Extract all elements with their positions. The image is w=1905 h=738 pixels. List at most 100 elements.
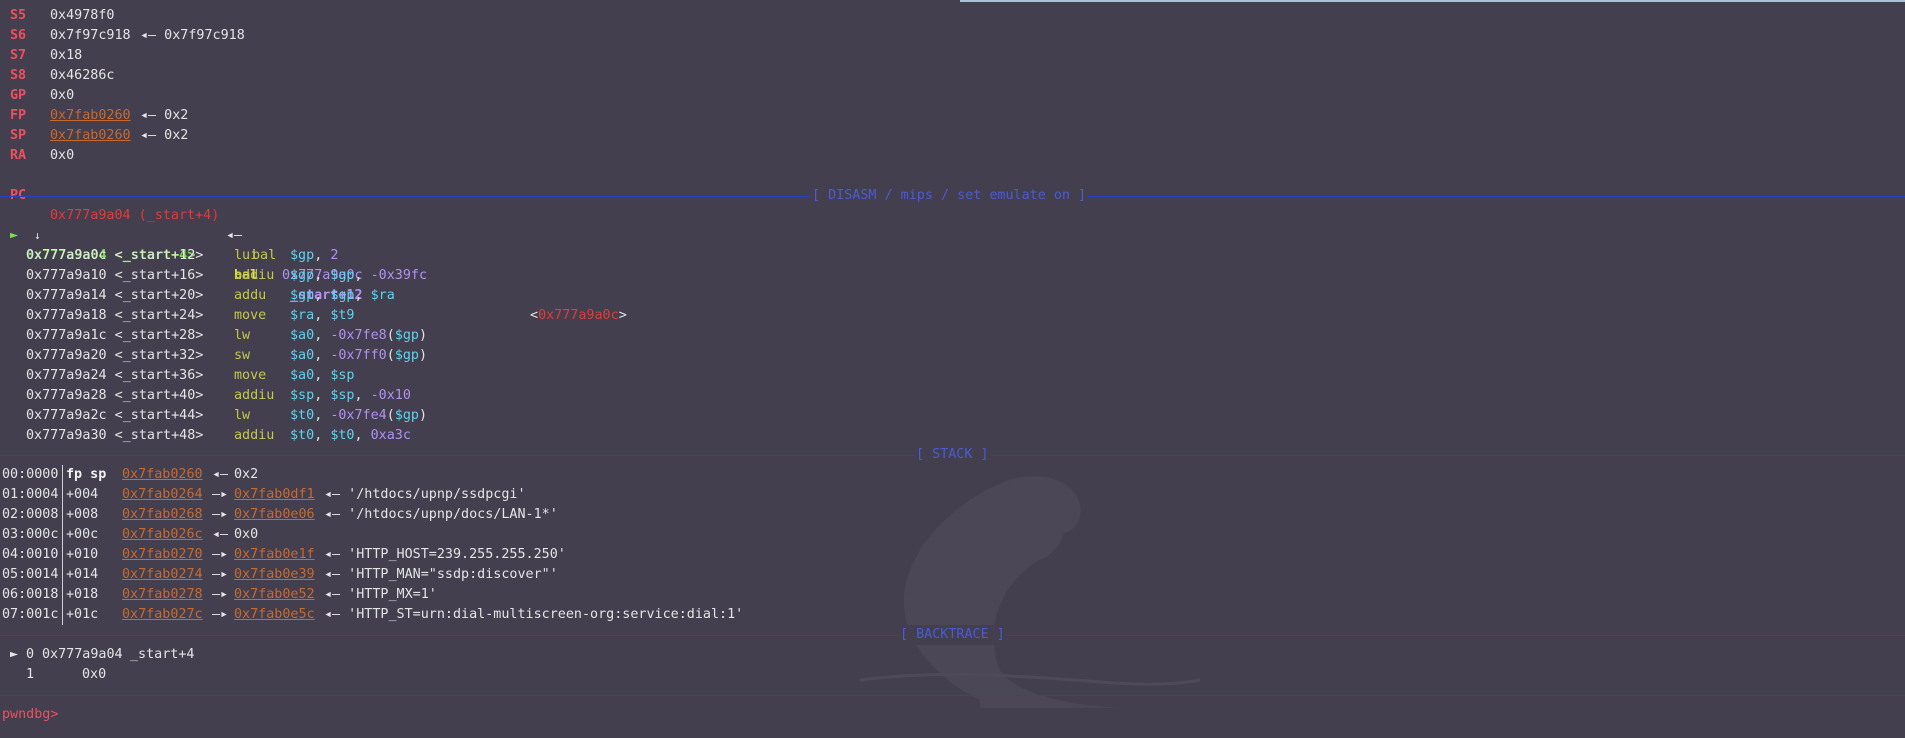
register-row: S7 0x18	[0, 46, 1905, 66]
instruction-mnemonic: addiu	[234, 388, 275, 403]
stack-address[interactable]: 0x7fab0274	[122, 565, 203, 585]
frame-number: 0	[26, 647, 35, 662]
operand-token: $ra	[370, 288, 395, 303]
register-deref: ◂— 0x2	[140, 128, 189, 143]
register-value: 0x18	[50, 48, 83, 63]
register-name: RA	[10, 148, 27, 163]
stack-pointer[interactable]: 0x7fab0e5c	[234, 605, 315, 625]
stack-arrow: —▸	[212, 547, 229, 562]
instruction-mnemonic: lw	[234, 328, 251, 343]
command-prompt[interactable]: pwndbg>	[2, 705, 58, 725]
stack-index: 00:0000	[2, 467, 59, 482]
instruction-address: 0x777a9a20 <_start+32>	[26, 348, 204, 363]
register-value: 0x7fab0260	[50, 108, 131, 123]
instruction-mnemonic: move	[234, 368, 267, 383]
operand-token: ,	[314, 368, 331, 383]
operand-token: )	[419, 408, 428, 423]
register-name: GP	[10, 88, 27, 103]
stack-index: 04:0010	[2, 547, 59, 562]
stack-pointer[interactable]: 0x7fab0e06	[234, 505, 315, 525]
operand-token: $t0	[290, 428, 315, 443]
register-deref: ◂— 0x2	[140, 108, 189, 123]
register-row: GP 0x0	[0, 86, 1905, 106]
instruction-operands: $gp, $gp, -0x39fc	[290, 266, 427, 286]
stack-value: ◂— 'HTTP_MX=1'	[324, 587, 437, 602]
stack-row: 04:0010 +010 0x7fab0270 —▸ 0x7fab0e1f ◂— 'HTT…	[0, 545, 1905, 565]
instruction-operands: $a0, -0x7fe8($gp)	[290, 326, 427, 346]
operand-token: $a0	[290, 368, 315, 383]
operand-token: $ra	[290, 308, 315, 323]
operand-token: ,	[314, 288, 331, 303]
register-row: RA 0x0	[0, 146, 1905, 166]
stack-row: 03:000c +00c 0x7fab026c ◂— 0x0	[0, 525, 1905, 545]
stack-arrow: —▸	[212, 507, 229, 522]
disasm-line: 0x777a9a14 <_start+20> addu $gp, $gp, $ra	[0, 286, 1905, 306]
operand-token: ,	[354, 388, 371, 403]
instruction-operands: $a0, -0x7ff0($gp)	[290, 346, 427, 366]
stack-offset: +010	[66, 547, 99, 562]
register-value: 0x7fab0260	[50, 128, 131, 143]
operand-token: $a0	[290, 348, 315, 363]
register-name: SP	[10, 128, 27, 143]
operand-token: (	[386, 408, 395, 423]
operand-token: ,	[314, 308, 331, 323]
operand-token: 0xa3c	[370, 428, 411, 443]
disasm-current-line: ► 0x777a9a04 <_start+4> bal _start+12 <0…	[0, 206, 1905, 323]
register-row: S8 0x46286c	[0, 66, 1905, 86]
instruction-operands: $gp, $gp, $ra	[290, 286, 395, 306]
operand-token: ,	[314, 248, 331, 263]
stack-address[interactable]: 0x7fab0270	[122, 545, 203, 565]
stack-address[interactable]: 0x7fab0264	[122, 485, 203, 505]
instruction-address: 0x777a9a28 <_start+40>	[26, 388, 204, 403]
disasm-line: 0x777a9a30 <_start+48> addiu $t0, $t0, 0xa…	[0, 426, 1905, 446]
stack-address[interactable]: 0x7fab0268	[122, 505, 203, 525]
instruction-address: 0x777a9a14 <_start+20>	[26, 288, 204, 303]
stack-address[interactable]: 0x7fab0278	[122, 585, 203, 605]
disasm-line: 0x777a9a10 <_start+16> addiu $gp, $gp, -0x…	[0, 266, 1905, 286]
current-marker-icon: ►	[10, 228, 19, 243]
instruction-mnemonic: sw	[234, 348, 251, 363]
stack-offset: +014	[66, 567, 99, 582]
instruction-address: 0x777a9a30 <_start+48>	[26, 428, 204, 443]
instruction-operands: $a0, $sp	[290, 366, 355, 386]
instruction-operands: $t0, -0x7fe4($gp)	[290, 406, 427, 426]
stack-value: ◂— '/htdocs/upnp/ssdpcgi'	[324, 487, 526, 502]
stack-pointer[interactable]: 0x7fab0e52	[234, 585, 315, 605]
register-value: 0x0	[50, 88, 75, 103]
operand-token: $t9	[330, 308, 355, 323]
stack-offset: +008	[66, 507, 99, 522]
stack-pointer[interactable]: 0x7fab0e39	[234, 565, 315, 585]
register-value: 0x7f97c918	[50, 28, 131, 43]
instruction-operands: $ra, $t9	[290, 306, 355, 326]
stack-value: ◂— 'HTTP_ST=urn:dial-multiscreen-org:ser…	[324, 607, 744, 622]
instruction-address: 0x777a9a10 <_start+16>	[26, 268, 204, 283]
operand-token: $gp	[330, 268, 355, 283]
operand-token: -0x7fe4	[330, 408, 387, 423]
operand-token: )	[419, 328, 428, 343]
register-value: 0x46286c	[50, 68, 115, 83]
stack-pointer[interactable]: 0x7fab0e1f	[234, 545, 315, 565]
stack-arrow: —▸	[212, 487, 229, 502]
stack-offset: +004	[66, 487, 99, 502]
instruction-mnemonic: addiu	[234, 268, 275, 283]
stack-address[interactable]: 0x7fab0260	[122, 465, 203, 485]
operand-token: $gp	[394, 328, 419, 343]
disasm-line: 0x777a9a20 <_start+32> sw $a0, -0x7ff0($gp…	[0, 346, 1905, 366]
instruction-operands: $gp, 2	[290, 246, 338, 266]
stack-offset: +00c	[66, 527, 99, 542]
stack-row: 05:0014 +014 0x7fab0274 —▸ 0x7fab0e39 ◂— 'HTT…	[0, 565, 1905, 585]
disasm-line: 0x777a9a0c <_start+12> lui $gp, 2	[0, 246, 1905, 266]
operand-token: -0x7fe8	[330, 328, 387, 343]
frame-symbol: _start+4	[130, 647, 195, 662]
stack-address[interactable]: 0x7fab027c	[122, 605, 203, 625]
stack-address[interactable]: 0x7fab026c	[122, 525, 203, 545]
stack-arrow: —▸	[212, 607, 229, 622]
stack-value: ◂— 'HTTP_MAN="ssdp:discover"'	[324, 567, 558, 582]
operand-token: -0x10	[370, 388, 411, 403]
stack-pointer[interactable]: 0x7fab0df1	[234, 485, 315, 505]
disasm-line: 0x777a9a1c <_start+28> lw $a0, -0x7fe8($gp…	[0, 326, 1905, 346]
stack-offset: +01c	[66, 607, 99, 622]
operand-token: $a0	[290, 328, 315, 343]
instruction-mnemonic: lw	[234, 408, 251, 423]
frame-number: 1	[26, 667, 35, 682]
